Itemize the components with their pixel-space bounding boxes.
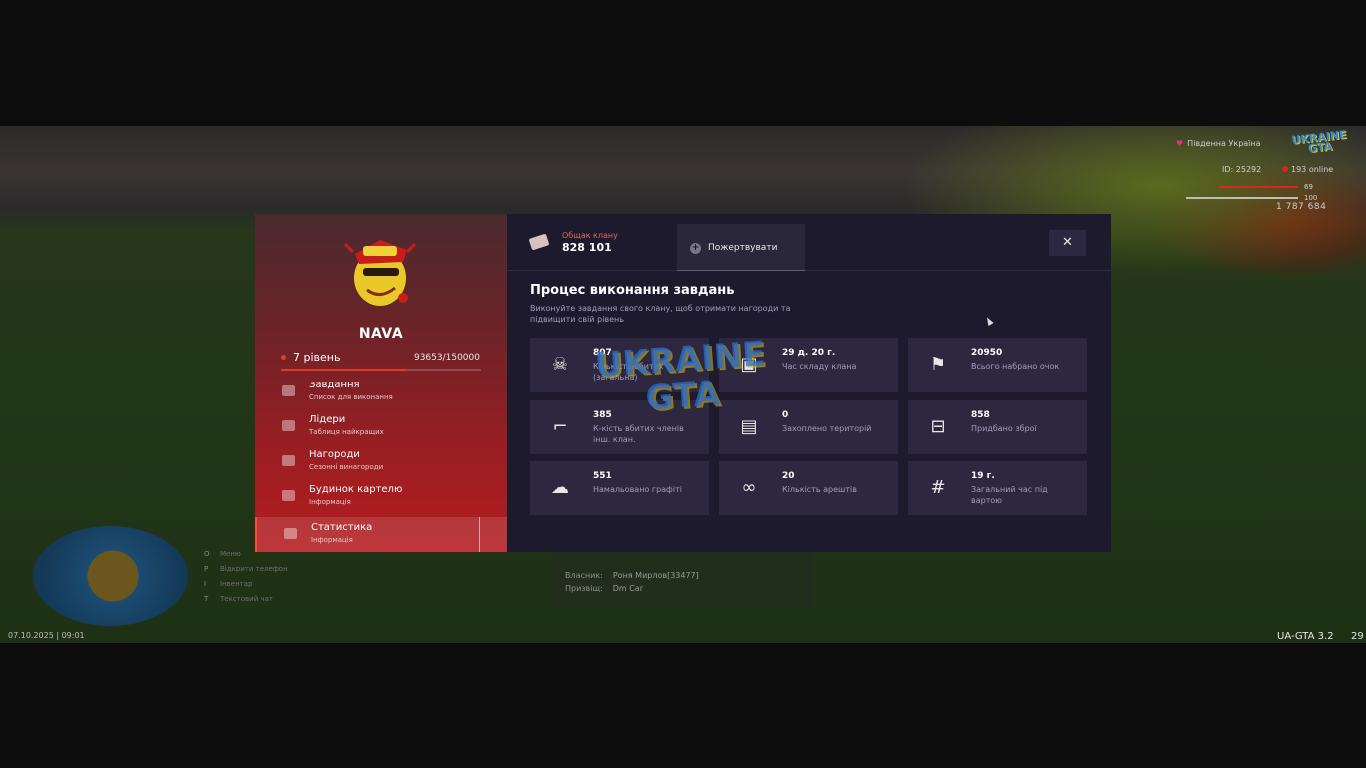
online-dot-icon (1282, 166, 1288, 172)
xp-progress-bar (281, 369, 481, 371)
letterbox-bottom (0, 643, 1366, 768)
heart-icon: ♥ (1176, 139, 1184, 148)
info-row: Призвіщ: Dm Car (565, 584, 643, 593)
hotkey-item: T Текстовий чат (204, 595, 273, 603)
map-icon: ▤ (740, 416, 758, 437)
clan-content: Общак клану 828 101 + Пожертвувати ✕ Про… (507, 214, 1111, 552)
donate-button[interactable]: + Пожертвувати (677, 224, 805, 271)
stat-card: ▣ 29 д. 20 г. Час складу клана (719, 338, 898, 392)
level-dot-icon (281, 355, 286, 360)
armor-value: 100 (1304, 194, 1318, 202)
game-version: UA-GTA 3.2 (1277, 631, 1334, 642)
tasks-icon (282, 385, 295, 396)
skull-icon: ☠ (551, 354, 569, 375)
stat-card: # 19 г. Загальний час під вартою (908, 461, 1087, 515)
hud-region: ♥ Південна Україна (1176, 139, 1261, 148)
vehicle-info-box: Власник: Роня Мирлов[33477] Призвіщ: Dm Ca… (553, 552, 813, 608)
section-description: Виконуйте завдання свого клану, щоб отри… (530, 304, 791, 324)
leaders-icon (282, 420, 295, 431)
stat-card: ⊟ 858 Придбано зброї (908, 400, 1087, 454)
menu-item-rewards[interactable]: Нагороди Сезонні винагороди (255, 444, 507, 479)
clan-level: 7 рівень (293, 351, 341, 364)
clan-panel: NAVA 7 рівень 93653/150000 Завдання Спис… (255, 214, 1111, 552)
clan-menu: Завдання Список для виконання Лідери Таб… (255, 382, 507, 552)
cash-icon (528, 233, 550, 251)
stat-card: ⚑ 20950 Всього набрано очок (908, 338, 1087, 392)
menu-item-statistics[interactable]: Статистика Інформація (255, 517, 507, 552)
player-id: ID: 25292 (1222, 165, 1262, 174)
stat-card: ☁ 551 Намальовано графіті (530, 461, 709, 515)
spray-icon: ☁ (551, 477, 569, 498)
money-value: 1 787 684 (1276, 202, 1327, 212)
hotkey-item: I Інвентар (204, 580, 253, 588)
datetime: 07.10.2025 | 09:01 (8, 631, 85, 640)
close-button[interactable]: ✕ (1049, 230, 1086, 256)
box-icon: ▣ (740, 354, 758, 375)
clan-bank-value: 828 101 (562, 241, 612, 254)
armor-bar (1186, 197, 1298, 199)
section-title: Процес виконання завдань (530, 283, 735, 298)
info-row: Власник: Роня Мирлов[33477] (565, 571, 699, 580)
menu-item-tasks[interactable]: Завдання Список для виконання (255, 382, 507, 409)
clan-bank-label: Общак клану (562, 231, 618, 240)
stat-card: ∞ 20 Кількість арештів (719, 461, 898, 515)
hud-region-label: Південна Україна (1187, 139, 1261, 148)
stat-card: ⌐ 385 К-кість вбитих членів інш. клан. (530, 400, 709, 454)
clan-avatar-icon (343, 240, 417, 306)
menu-item-leaders[interactable]: Лідери Таблиця найкращих (255, 409, 507, 444)
rifle-icon: ⌐ (552, 416, 568, 437)
menu-item-cartel-house[interactable]: Будинок картелю Інформація (255, 479, 507, 514)
reward-icon (282, 455, 295, 466)
clan-sidebar: NAVA 7 рівень 93653/150000 Завдання Спис… (255, 214, 507, 552)
minimap (33, 526, 188, 626)
bottom-hotkeys: O Меню P Відкрити телефон I Інвентар T Текст… (204, 547, 288, 607)
hotkey-item: P Відкрити телефон (204, 565, 288, 573)
basket-icon: ⊟ (930, 416, 946, 437)
house-icon (282, 490, 295, 501)
stat-card: ▤ 0 Захоплено територій (719, 400, 898, 454)
fence-icon: # (930, 477, 946, 498)
version-suffix: 29 (1351, 631, 1364, 642)
clan-xp: 93653/150000 (413, 353, 480, 363)
online-count: 193 online (1282, 165, 1333, 174)
handcuffs-icon: ∞ (741, 477, 757, 498)
health-value: 69 (1304, 183, 1313, 191)
flag-icon: ⚑ (929, 354, 947, 375)
health-bar (1218, 186, 1298, 188)
xp-progress-fill (281, 369, 406, 371)
plus-icon: + (690, 243, 701, 254)
clan-topbar: Общак клану 828 101 + Пожертвувати ✕ (507, 214, 1111, 271)
stat-card: ☠ 807 Кількість вбитих (загальна) (530, 338, 709, 392)
letterbox-top (0, 0, 1366, 126)
clan-name: NAVA (358, 326, 404, 342)
stats-icon (284, 528, 297, 539)
menu-scrollbar[interactable] (479, 517, 480, 552)
